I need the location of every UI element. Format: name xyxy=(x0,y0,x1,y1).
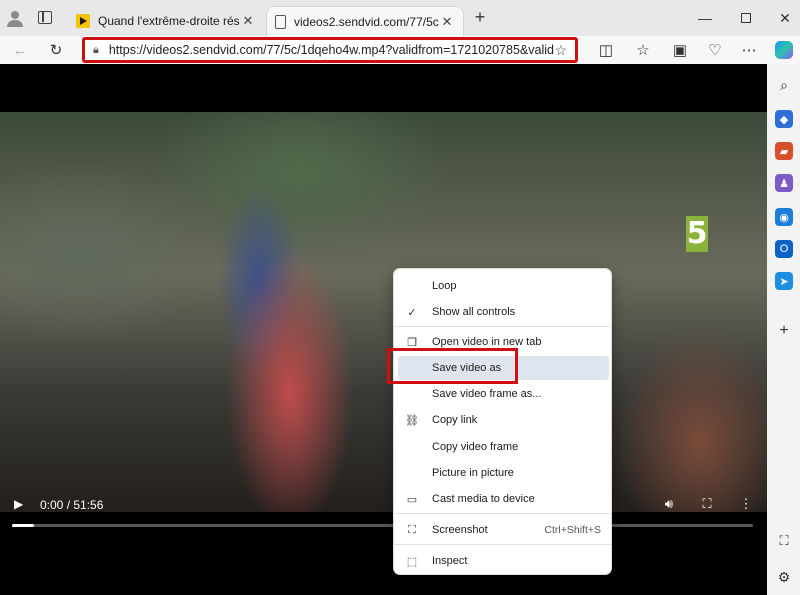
menu-item-show-all-controls[interactable]: ✓ Show all controls xyxy=(398,300,609,324)
fullscreen-icon[interactable]: ⛶ xyxy=(698,496,716,514)
tab-1[interactable]: Quand l'extrême-droite résistait ✕ xyxy=(68,6,264,36)
cast-icon: ▭ xyxy=(406,493,418,506)
channel-logo: 5 xyxy=(686,216,708,252)
document-icon xyxy=(275,14,286,29)
back-icon[interactable]: ← xyxy=(8,38,32,62)
menu-item-label: Show all controls xyxy=(432,306,516,318)
new-tab-button[interactable]: + xyxy=(471,8,489,27)
close-window-icon[interactable]: ✕ xyxy=(770,6,800,30)
close-tab-icon[interactable]: ✕ xyxy=(240,13,256,29)
url-text[interactable]: https://videos2.sendvid.com/77/5c/1dqeho… xyxy=(109,43,555,57)
video-frame xyxy=(0,112,767,512)
favorites-icon[interactable]: ☆ xyxy=(631,38,655,62)
address-bar[interactable]: 🔒︎ https://videos2.sendvid.com/77/5c/1dq… xyxy=(82,37,578,63)
add-icon[interactable]: + xyxy=(775,322,793,340)
menu-item-shortcut: Ctrl+Shift+S xyxy=(544,524,601,536)
tab-actions-icon[interactable] xyxy=(38,11,52,24)
highlight-box xyxy=(387,348,518,384)
more-menu-icon[interactable]: ⋯ xyxy=(737,38,761,62)
menu-item-label: Save video frame as... xyxy=(432,388,542,400)
video-player[interactable]: 5 ▶ 0:00 / 51:56 🔊︎ ⛶ ⋮ xyxy=(0,64,767,595)
progress-bar[interactable] xyxy=(12,524,753,527)
profile-icon[interactable] xyxy=(6,9,24,27)
menu-item-label: Picture in picture xyxy=(432,467,514,479)
menu-item-label: Loop xyxy=(432,280,457,292)
inspect-icon: ⬚ xyxy=(406,555,418,568)
tools-icon[interactable]: ▰ xyxy=(775,142,793,160)
outlook-icon[interactable]: O xyxy=(775,240,793,258)
tab-1-title: Quand l'extrême-droite résistait xyxy=(98,14,240,28)
menu-item-label: Copy link xyxy=(432,414,478,426)
menu-item-label: Screenshot xyxy=(432,524,488,536)
favorite-star-icon[interactable]: ☆ xyxy=(554,42,567,59)
video-controls: ▶ 0:00 / 51:56 🔊︎ ⛶ ⋮ xyxy=(0,492,767,595)
send-icon[interactable]: ➤ xyxy=(775,272,793,290)
menu-item-save-frame-as[interactable]: Save video frame as... xyxy=(398,382,609,406)
search-icon[interactable]: ⌕ xyxy=(775,76,793,94)
context-menu: Loop ✓ Show all controls ❐ Open video in… xyxy=(393,268,612,575)
collections-icon[interactable]: ▣ xyxy=(668,38,692,62)
menu-item-cast[interactable]: ▭ Cast media to device xyxy=(398,487,609,511)
menu-item-label: Inspect xyxy=(432,555,468,567)
check-icon: ✓ xyxy=(407,306,417,319)
progress-fill xyxy=(12,524,35,527)
split-screen-icon[interactable]: ◫ xyxy=(594,38,618,62)
more-options-icon[interactable]: ⋮ xyxy=(737,496,755,514)
tab-strip: Quand l'extrême-droite résistait ✕ video… xyxy=(0,0,800,36)
menu-item-picture-in-picture[interactable]: Picture in picture xyxy=(398,461,609,485)
screenshot-icon: ⛶ xyxy=(408,523,416,536)
menu-item-copy-link[interactable]: ⛓ Copy link xyxy=(398,408,609,432)
microsoft-365-icon[interactable]: ◉ xyxy=(775,208,793,226)
menu-item-inspect[interactable]: ⬚ Inspect xyxy=(398,549,609,573)
lock-icon[interactable]: 🔒︎ xyxy=(93,44,99,57)
settings-gear-icon[interactable]: ⚙ xyxy=(775,568,793,586)
browser-essentials-icon[interactable]: ♡ xyxy=(703,38,727,62)
minimize-icon[interactable]: — xyxy=(690,6,720,30)
link-icon: ⛓ xyxy=(405,414,419,427)
menu-divider xyxy=(394,513,611,514)
tab-2-title: videos2.sendvid.com/77/5c/1dqeho4w.mp4?v… xyxy=(294,14,439,29)
time-display: 0:00 / 51:56 xyxy=(40,498,104,512)
new-tab-icon: ❐ xyxy=(407,336,417,349)
play-icon[interactable]: ▶ xyxy=(14,497,28,511)
refresh-icon[interactable]: ↻ xyxy=(44,38,68,62)
copilot-icon[interactable] xyxy=(772,38,796,62)
games-icon[interactable]: ♟ xyxy=(775,174,793,192)
tab-2-active[interactable]: videos2.sendvid.com/77/5c/1dqeho4w.mp4?v… xyxy=(266,6,464,36)
edge-sidebar: ⌕ ◆ ▰ ♟ ◉ O ➤ + ⛶ ⚙ xyxy=(767,64,800,595)
menu-item-label: Cast media to device xyxy=(432,493,535,505)
menu-item-screenshot[interactable]: ⛶ Screenshot Ctrl+Shift+S xyxy=(398,518,609,542)
volume-icon[interactable]: 🔊︎ xyxy=(660,496,678,514)
close-tab-icon[interactable]: ✕ xyxy=(439,14,455,30)
menu-divider xyxy=(394,326,611,327)
menu-item-copy-frame[interactable]: Copy video frame xyxy=(398,435,609,459)
shopping-icon[interactable]: ◆ xyxy=(775,110,793,128)
menu-item-label: Open video in new tab xyxy=(432,336,542,348)
menu-item-label: Copy video frame xyxy=(432,441,519,453)
menu-item-loop[interactable]: Loop xyxy=(398,274,609,298)
sidebar-screenshot-icon[interactable]: ⛶ xyxy=(775,532,793,550)
video-play-icon xyxy=(76,14,90,28)
menu-divider xyxy=(394,544,611,545)
maximize-icon[interactable] xyxy=(731,6,761,30)
